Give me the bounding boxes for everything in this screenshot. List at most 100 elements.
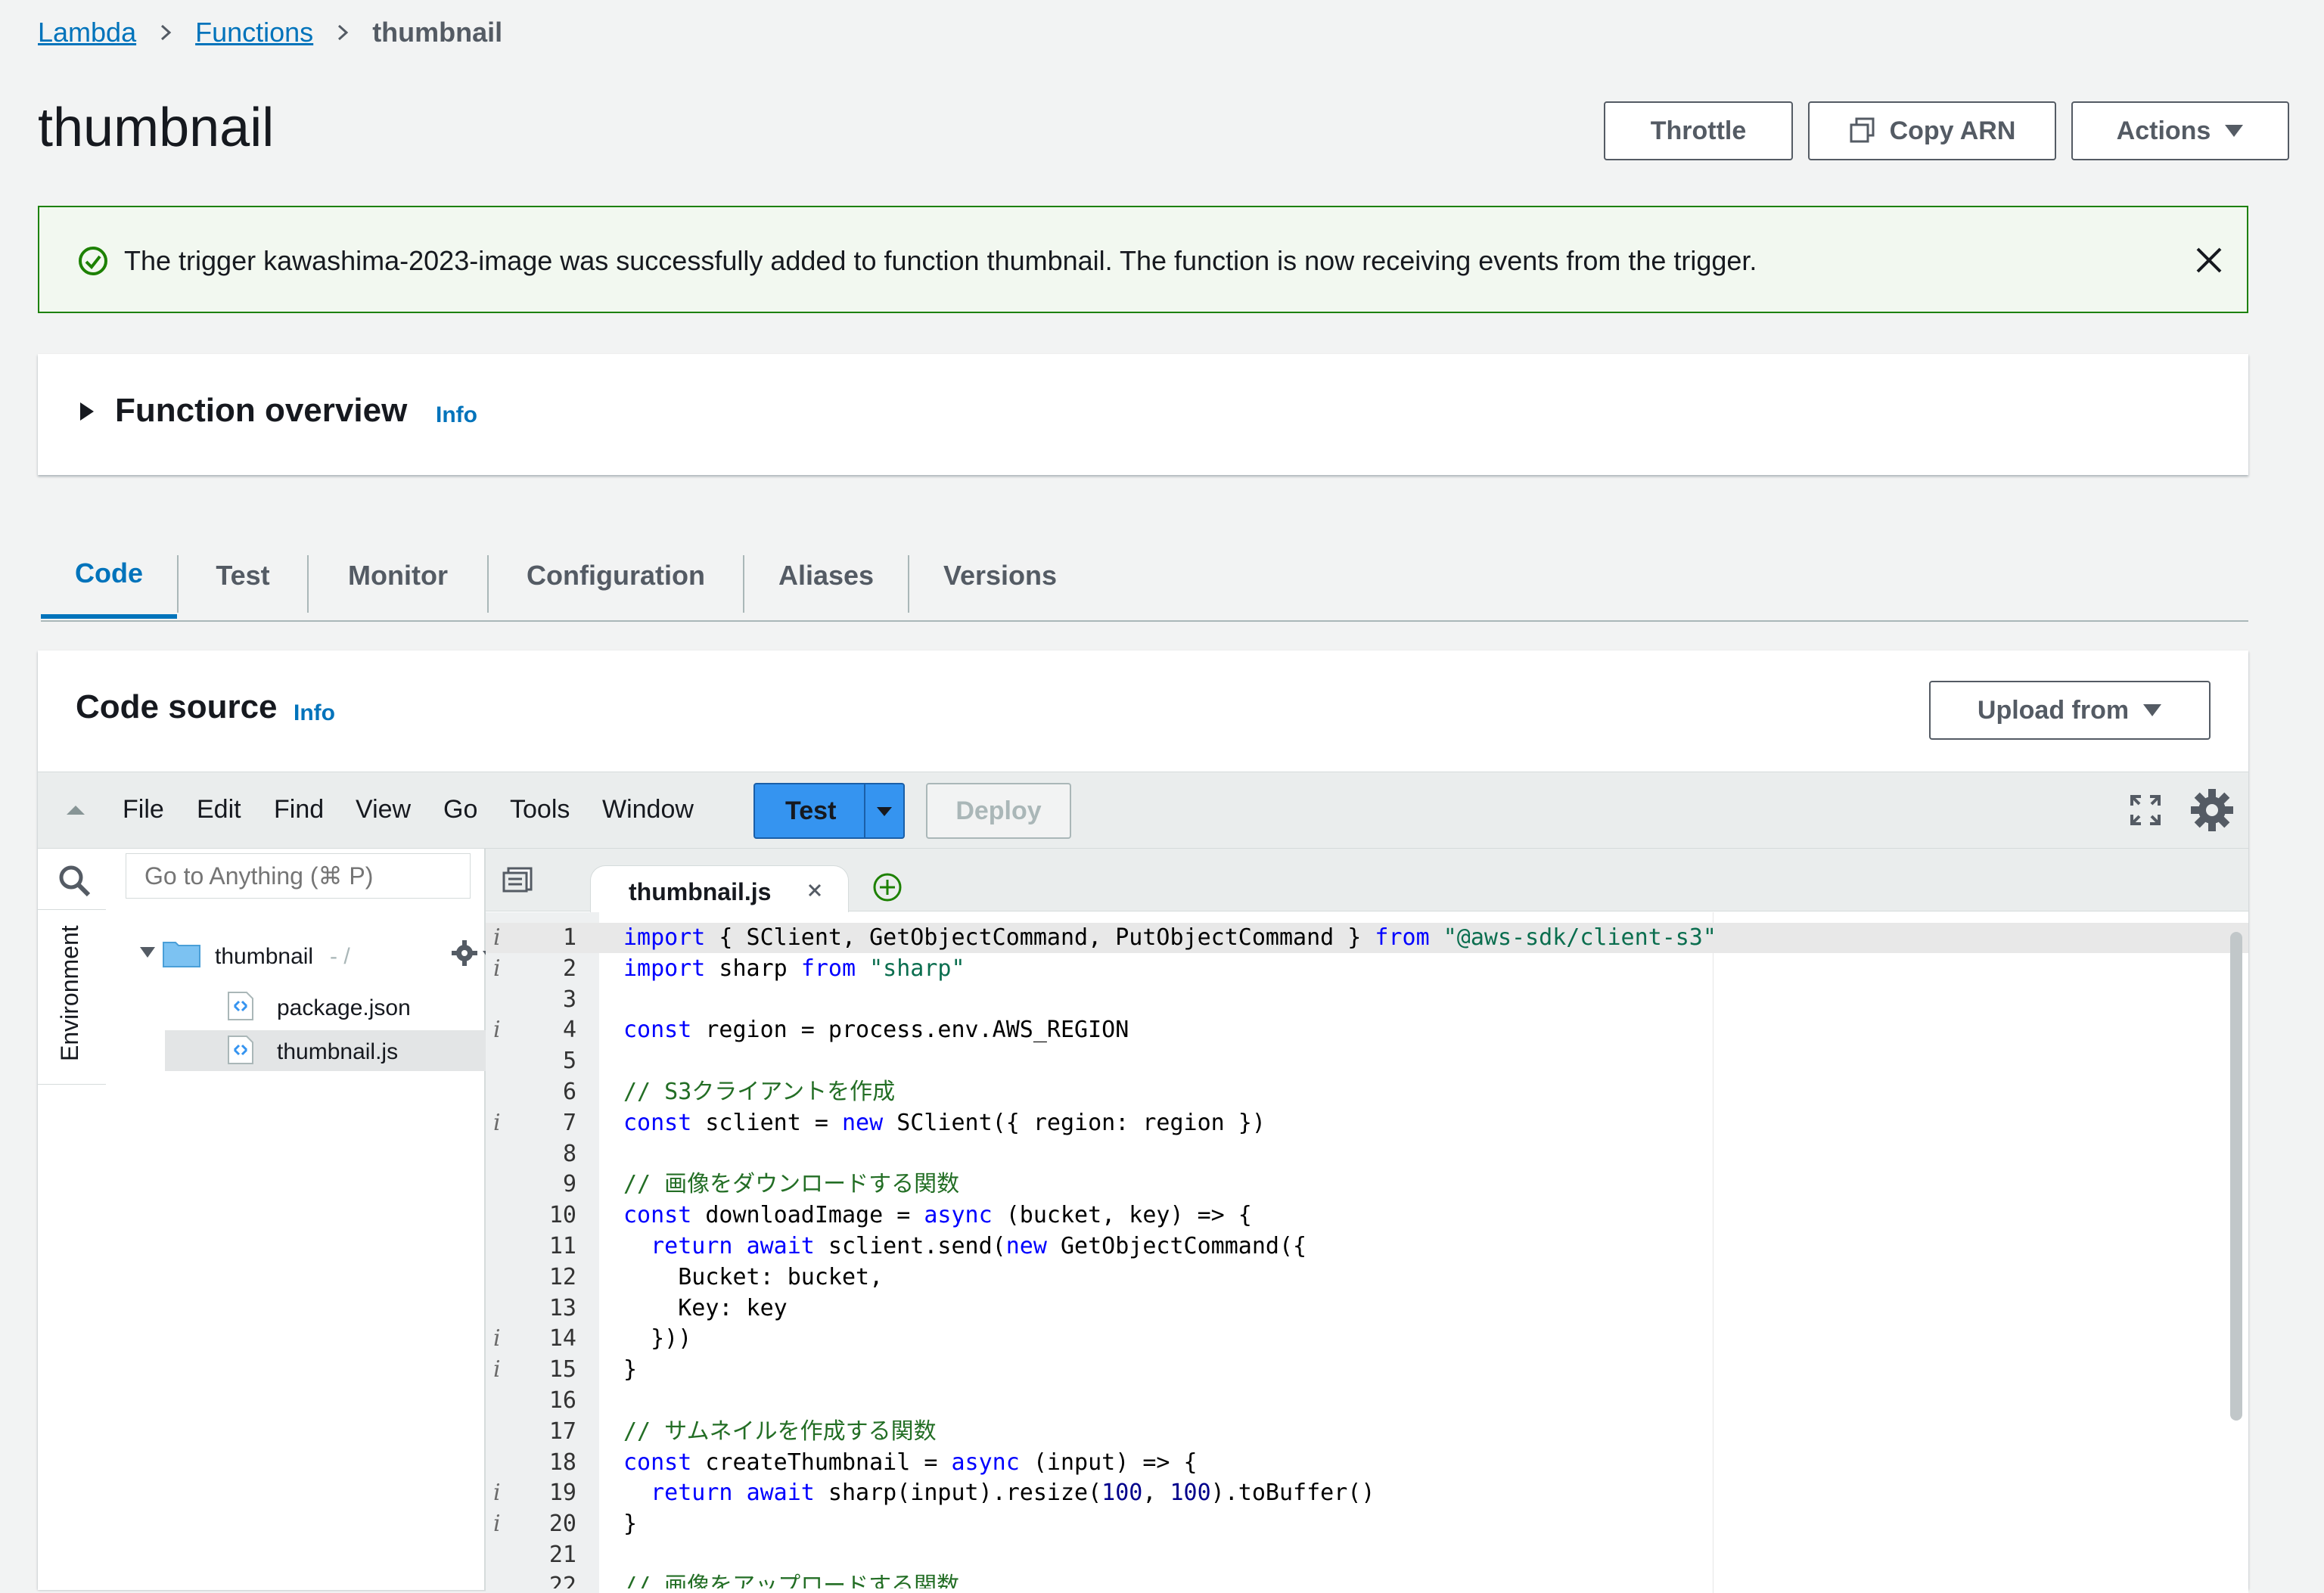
caret-down-icon xyxy=(2225,125,2244,137)
throttle-button[interactable]: Throttle xyxy=(1604,101,1793,160)
tab-list-icon[interactable] xyxy=(502,867,533,893)
line-code: // 画像をアップロードする関数 xyxy=(623,1572,960,1588)
collapse-up-icon[interactable] xyxy=(65,804,86,816)
line-number: 18 xyxy=(548,1449,576,1476)
code-source-panel: Code source Info Upload from File Edit F… xyxy=(38,651,2248,1593)
menu-window[interactable]: Window xyxy=(602,795,694,824)
code-line[interactable]: 16 xyxy=(486,1386,2248,1416)
code-line[interactable]: 17 // サムネイルを作成する関数 xyxy=(486,1417,2248,1447)
throttle-label: Throttle xyxy=(1650,116,1747,145)
file-icon xyxy=(228,1036,253,1064)
code-lines[interactable]: i 1 import { SClient, GetObjectCommand, Pu… xyxy=(486,923,2248,1588)
menu-find[interactable]: Find xyxy=(274,795,324,824)
code-line[interactable]: 22 // 画像をアップロードする関数 xyxy=(486,1571,2248,1588)
fullscreen-icon[interactable] xyxy=(2129,793,2162,827)
line-code: } xyxy=(623,1511,638,1538)
editor-tab-label: thumbnail.js xyxy=(629,878,772,905)
tree-folder-thumbnail[interactable]: thumbnail - / xyxy=(139,938,502,971)
menu-edit[interactable]: Edit xyxy=(197,795,241,824)
close-icon[interactable] xyxy=(2194,245,2224,275)
line-number: 22 xyxy=(548,1572,576,1588)
upload-from-button[interactable]: Upload from xyxy=(1929,681,2211,740)
flash-message: The trigger kawashima-2023-image was suc… xyxy=(124,245,1757,276)
line-code: // 画像をダウンロードする関数 xyxy=(623,1171,960,1198)
code-line[interactable]: 21 xyxy=(486,1540,2248,1570)
info-marker-icon[interactable]: i xyxy=(493,1108,501,1138)
menu-view[interactable]: View xyxy=(356,795,411,824)
code-line[interactable]: i 2 import sharp from "sharp" xyxy=(486,954,2248,984)
deploy-button[interactable]: Deploy xyxy=(926,783,1071,839)
code-line[interactable]: 10 const downloadImage = async (bucket, k… xyxy=(486,1200,2248,1231)
code-line[interactable]: 11 return await sclient.send(new GetObje… xyxy=(486,1231,2248,1262)
line-number: 17 xyxy=(548,1418,576,1445)
menu-file[interactable]: File xyxy=(123,795,164,824)
folder-icon xyxy=(163,942,200,967)
environment-sidebar: Environment xyxy=(38,849,107,1590)
line-code: return await sharp(input).resize(100, 10… xyxy=(651,1480,1375,1507)
search-icon[interactable] xyxy=(57,864,91,897)
chevron-right-icon xyxy=(161,24,172,41)
code-line[interactable]: 9 // 画像をダウンロードする関数 xyxy=(486,1169,2248,1200)
line-number: 19 xyxy=(548,1480,576,1507)
check-circle-icon xyxy=(79,247,107,275)
info-marker-icon[interactable]: i xyxy=(493,954,501,984)
close-tab-icon[interactable] xyxy=(807,883,822,898)
go-to-anything-input[interactable] xyxy=(126,853,471,899)
tree-file-thumbnail-js[interactable]: thumbnail.js xyxy=(165,1030,508,1071)
tab-code[interactable]: Code xyxy=(41,533,177,619)
overview-info-link[interactable]: Info xyxy=(436,402,477,428)
code-line[interactable]: 13 Key: key xyxy=(486,1293,2248,1324)
menu-go[interactable]: Go xyxy=(443,795,477,824)
breadcrumb-functions-link[interactable]: Functions xyxy=(195,17,313,48)
line-number: 20 xyxy=(548,1511,576,1538)
code-line[interactable]: i 7 const sclient = new SClient({ region: … xyxy=(486,1108,2248,1138)
function-overview-panel[interactable]: Function overview Info xyxy=(38,354,2248,475)
info-marker-icon[interactable]: i xyxy=(493,1509,501,1539)
editor-scrollbar[interactable] xyxy=(2230,932,2242,1421)
caret-right-icon[interactable] xyxy=(79,401,95,422)
info-marker-icon[interactable]: i xyxy=(493,1355,501,1385)
caret-down-icon[interactable] xyxy=(876,806,893,818)
gear-icon[interactable] xyxy=(2189,787,2235,833)
info-marker-icon[interactable]: i xyxy=(493,923,501,953)
editor-tab-thumbnail-js[interactable]: thumbnail.js xyxy=(590,865,849,913)
environment-tab[interactable]: Environment xyxy=(38,909,106,1085)
tab-aliases[interactable]: Aliases xyxy=(744,533,908,619)
tab-versions[interactable]: Versions xyxy=(909,533,1091,619)
tree-file-package-json[interactable]: package.json xyxy=(165,988,508,1026)
copy-arn-button[interactable]: Copy ARN xyxy=(1808,101,2056,160)
code-line[interactable]: i 1 import { SClient, GetObjectCommand, Pu… xyxy=(486,923,2248,953)
code-line[interactable]: 18 const createThumbnail = async (input) … xyxy=(486,1448,2248,1478)
add-tab-icon[interactable] xyxy=(872,871,903,903)
tab-monitor[interactable]: Monitor xyxy=(309,533,487,619)
code-line[interactable]: 6 // S3クライアントを作成 xyxy=(486,1077,2248,1107)
tree-folder-path: - / xyxy=(330,944,350,969)
line-code: Key: key xyxy=(623,1294,788,1321)
menu-tools[interactable]: Tools xyxy=(510,795,570,824)
tab-test[interactable]: Test xyxy=(179,533,307,619)
code-line[interactable]: i 19 return await sharp(input).resize(100… xyxy=(486,1478,2248,1508)
info-marker-icon[interactable]: i xyxy=(493,1324,501,1354)
line-number: 16 xyxy=(548,1387,576,1414)
actions-dropdown-button[interactable]: Actions xyxy=(2071,101,2289,160)
caret-down-icon xyxy=(2143,704,2162,716)
code-line[interactable]: i 14 })) xyxy=(486,1324,2248,1354)
code-line[interactable]: 8 xyxy=(486,1139,2248,1169)
tree-file-label: thumbnail.js xyxy=(277,1039,399,1064)
code-source-info-link[interactable]: Info xyxy=(294,700,335,726)
line-code: // サムネイルを作成する関数 xyxy=(623,1418,937,1445)
line-number: 7 xyxy=(562,1109,576,1136)
info-marker-icon[interactable]: i xyxy=(493,1478,501,1508)
tab-configuration[interactable]: Configuration xyxy=(489,533,743,619)
code-line[interactable]: 5 xyxy=(486,1046,2248,1076)
info-marker-icon[interactable]: i xyxy=(493,1015,501,1045)
test-button[interactable]: Test xyxy=(785,796,836,826)
breadcrumb-lambda-link[interactable]: Lambda xyxy=(38,17,136,48)
line-code: })) xyxy=(623,1325,692,1352)
ide-toolbar: File Edit Find View Go Tools Window Test… xyxy=(38,772,2248,849)
code-line[interactable]: i 15} xyxy=(486,1355,2248,1385)
code-line[interactable]: i 20} xyxy=(486,1509,2248,1539)
code-line[interactable]: i 4 const region = process.env.AWS_REGION xyxy=(486,1015,2248,1045)
code-line[interactable]: 12 Bucket: bucket, xyxy=(486,1262,2248,1293)
code-line[interactable]: 3 xyxy=(486,985,2248,1015)
